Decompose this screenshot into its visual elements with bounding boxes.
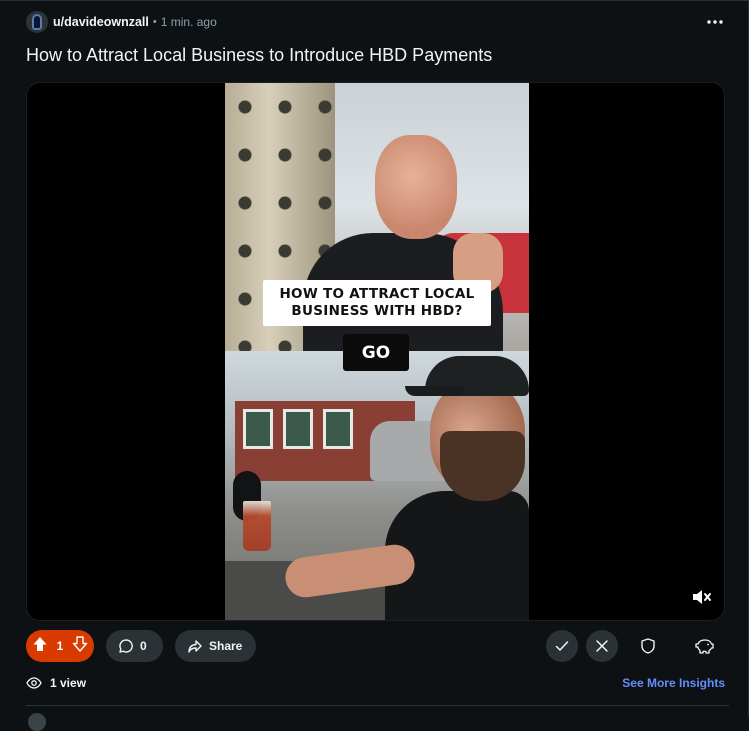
insights-button[interactable]: [688, 630, 720, 662]
mod-tools-button[interactable]: [632, 630, 664, 662]
drink-cup-graphic: [243, 501, 271, 551]
see-more-insights-link[interactable]: See More Insights: [622, 676, 725, 690]
video-frame[interactable]: HOW TO ATTRACT LOCAL BUSINESS WITH HBD? …: [225, 83, 529, 620]
caption-line-2: BUSINESS WITH HBD?: [291, 303, 463, 319]
mute-button[interactable]: [690, 585, 714, 609]
username-link[interactable]: u/davideownzall: [53, 15, 149, 29]
vote-count: 1: [56, 639, 64, 653]
remove-button[interactable]: [586, 630, 618, 662]
shield-icon: [641, 638, 655, 654]
post-title[interactable]: How to Attract Local Business to Introdu…: [26, 44, 719, 66]
window-graphic: [243, 409, 273, 449]
go-label: GO: [343, 334, 409, 371]
vote-control: 1: [26, 630, 94, 662]
video-caption-box: HOW TO ATTRACT LOCAL BUSINESS WITH HBD?: [263, 280, 491, 326]
comments-button[interactable]: 0: [106, 630, 163, 662]
check-icon: [555, 641, 569, 651]
comment-count: 0: [140, 639, 147, 653]
post-card: u/davideownzall • 1 min. ago How to Attr…: [0, 0, 749, 731]
upvote-arrow-icon: [33, 636, 47, 651]
person-one-head: [375, 135, 457, 239]
person-two-cap: [405, 356, 529, 396]
video-player[interactable]: HOW TO ATTRACT LOCAL BUSINESS WITH HBD? …: [26, 82, 725, 621]
avatar-image: [32, 14, 42, 30]
post-header: u/davideownzall • 1 min. ago: [26, 10, 729, 34]
separator-dot: •: [152, 16, 157, 28]
view-count: 1 view: [50, 676, 87, 690]
divider: [26, 705, 729, 706]
upvote-button[interactable]: [32, 636, 48, 657]
eye-views-icon: [26, 677, 42, 689]
more-options-button[interactable]: [701, 10, 729, 34]
share-label: Share: [209, 639, 243, 653]
window-graphic: [283, 409, 313, 449]
post-actions: 1 0 Share: [26, 630, 729, 662]
approve-button[interactable]: [546, 630, 578, 662]
share-arrow-icon: [188, 640, 202, 653]
piggy-bank-icon: [695, 639, 714, 654]
downvote-arrow-icon: [72, 635, 88, 652]
post-footer: 1 view See More Insights: [26, 674, 725, 692]
post-time: 1 min. ago: [160, 15, 217, 29]
share-button[interactable]: Share: [175, 630, 256, 662]
more-horizontal-icon: [707, 20, 723, 24]
close-icon: [596, 640, 608, 652]
avatar[interactable]: [26, 11, 48, 33]
volume-muted-icon: [693, 590, 711, 604]
video-bottom-scene: [225, 351, 529, 620]
next-post-avatar: [28, 713, 46, 731]
downvote-button[interactable]: [72, 635, 88, 657]
caption-line-1: HOW TO ATTRACT LOCAL: [279, 286, 475, 302]
window-graphic: [323, 409, 353, 449]
comment-bubble-icon: [119, 639, 133, 653]
